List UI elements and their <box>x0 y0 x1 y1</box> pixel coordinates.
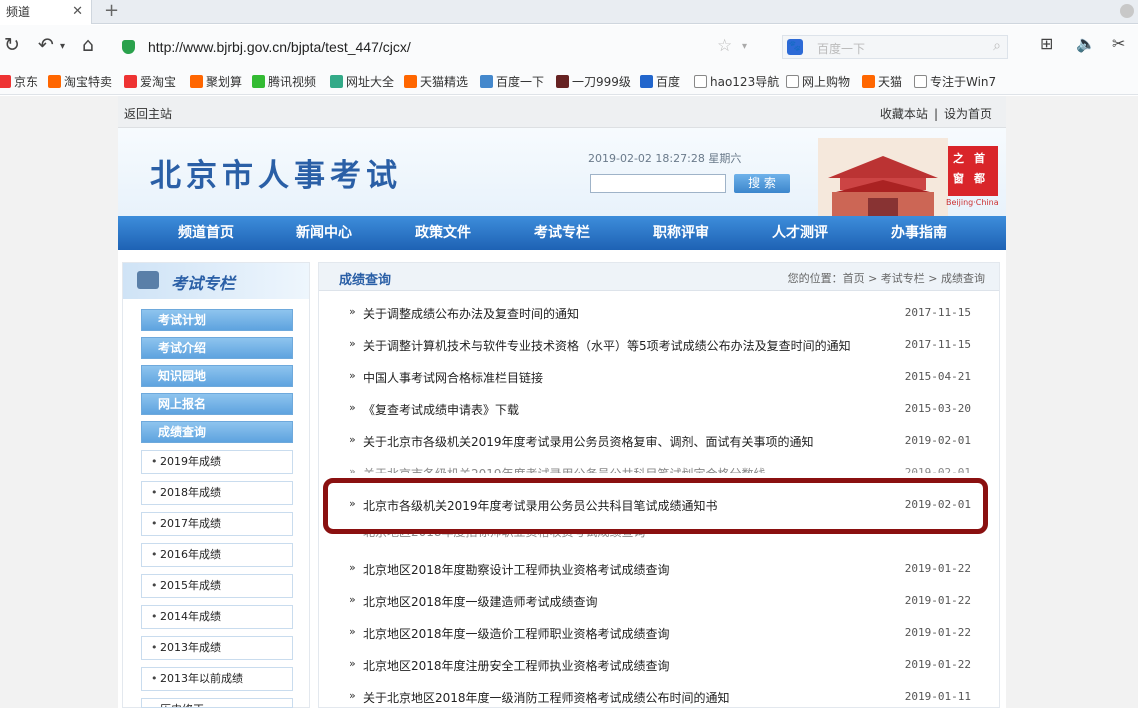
sidebar-subitem[interactable]: 2019年成绩 <box>141 450 293 474</box>
sidebar-item-online-signup[interactable]: 网上报名 <box>141 393 293 415</box>
bookmark-item[interactable]: 腾讯视频 <box>252 73 316 90</box>
sidebar-subitem[interactable]: 2017年成绩 <box>141 512 293 536</box>
exam-icon <box>137 271 159 289</box>
bookmark-item[interactable]: 百度一下 <box>480 73 544 90</box>
chevron-down-icon[interactable]: ▾ <box>742 41 747 52</box>
breadcrumb: 您的位置：首页 > 考试专栏 > 成绩查询 <box>787 272 985 285</box>
content-header: 成绩查询 您的位置：首页 > 考试专栏 > 成绩查询 <box>319 263 999 291</box>
baidu-icon[interactable]: 🐾 <box>787 39 803 55</box>
site-search-button[interactable]: 搜 索 <box>734 174 790 193</box>
search-placeholder: 百度一下 <box>817 42 866 56</box>
browser-navbar: ↻ ↶ ▾ ⌂ http://www.bjrbj.gov.cn/bjpta/te… <box>0 25 1138 67</box>
sidebar: 考试专栏 考试计划 考试介绍 知识园地 网上报名 成绩查询 2019年成绩 20… <box>122 262 310 708</box>
sidebar-subitem[interactable]: 2018年成绩 <box>141 481 293 505</box>
nav-exam-column[interactable]: 考试专栏 <box>534 216 590 250</box>
new-tab-icon[interactable]: + <box>104 0 119 22</box>
sidebar-subitem[interactable]: 2013年以前成绩 <box>141 667 293 691</box>
nav-title-review[interactable]: 职称评审 <box>653 216 709 250</box>
list-item[interactable]: » 北京地区2018年度一级建造师考试成绩查询 2019-01-22 <box>349 589 971 613</box>
list-item[interactable]: » 北京地区2018年度勘察设计工程师执业资格考试成绩查询 2019-01-22 <box>349 557 971 581</box>
site-page: 返回主站 收藏本站 | 设为首页 北京市人事考试 2019-02-02 18:27:… <box>118 96 1006 708</box>
capital-window-logo: 之 首 窗 都 Beijing·China <box>946 146 999 207</box>
sidebar-subitem[interactable]: 2014年成绩 <box>141 605 293 629</box>
scissors-icon[interactable]: ✂ <box>1112 34 1125 53</box>
nav-news-center[interactable]: 新闻中心 <box>296 216 352 250</box>
close-icon[interactable]: ✕ <box>72 0 83 24</box>
datetime: 2019-02-02 18:27:28 星期六 <box>588 152 742 165</box>
site-topbar: 返回主站 收藏本站 | 设为首页 <box>118 96 1006 128</box>
set-homepage-link[interactable]: 设为首页 <box>938 107 998 121</box>
search-icon[interactable]: ⌕ <box>993 38 1001 54</box>
browser-tab[interactable]: 频道 ✕ <box>0 0 92 24</box>
tiananmen-illustration <box>818 138 948 216</box>
bookmark-item[interactable]: 天猫精选 <box>404 73 468 90</box>
bookmark-item[interactable]: hao123导航 <box>694 73 779 90</box>
browser-search-input[interactable]: 🐾 百度一下 ⌕ <box>782 35 1008 59</box>
bookmark-item[interactable]: 聚划算 <box>190 73 242 90</box>
back-to-main-link[interactable]: 返回主站 <box>124 105 172 122</box>
home-icon[interactable]: ⌂ <box>82 34 94 56</box>
sidebar-subitem[interactable]: 历史修正 <box>141 698 293 708</box>
bookmark-item[interactable]: 专注于Win7 <box>914 73 996 90</box>
bookmark-item[interactable]: 网上购物 <box>786 73 850 90</box>
bookmark-item[interactable]: 爱淘宝 <box>124 73 176 90</box>
window-button-icon[interactable] <box>1120 4 1134 18</box>
nav-policy-files[interactable]: 政策文件 <box>415 216 471 250</box>
sidebar-item-knowledge[interactable]: 知识园地 <box>141 365 293 387</box>
topbar-links: 收藏本站 | 设为首页 <box>874 105 998 122</box>
star-icon[interactable]: ☆ <box>717 36 732 56</box>
speaker-icon[interactable]: 🔈 <box>1076 34 1096 53</box>
list-item[interactable]: » 北京地区2018年度注册安全工程师执业资格考试成绩查询 2019-01-22 <box>349 653 971 677</box>
list-item[interactable]: » 关于调整成绩公布办法及复查时间的通知 2017-11-15 <box>349 301 971 325</box>
sidebar-subitem[interactable]: 2016年成绩 <box>141 543 293 567</box>
list-item[interactable]: » 关于北京市各级机关2019年度考试录用公务员资格复审、调剂、面试有关事项的通知… <box>349 429 971 453</box>
list-item[interactable]: »关于北京市各级机关2019年度考试录用公务员公共科目笔试划定合格分数线2019… <box>349 461 971 473</box>
back-icon[interactable]: ↶ <box>38 34 54 56</box>
refresh-icon[interactable]: ↻ <box>4 34 20 56</box>
bookmark-item[interactable]: 百度 <box>640 73 680 90</box>
tab-title: 频道 <box>6 5 31 19</box>
list-item[interactable]: » 北京地区2018年度一级造价工程师职业资格考试成绩查询 2019-01-22 <box>349 621 971 645</box>
bookmark-item[interactable]: 淘宝特卖 <box>48 73 112 90</box>
nav-service-guide[interactable]: 办事指南 <box>891 216 947 250</box>
sidebar-item-score-query[interactable]: 成绩查询 <box>141 421 293 443</box>
sidebar-subitem[interactable]: 2013年成绩 <box>141 636 293 660</box>
bookmark-item[interactable]: 天猫 <box>862 73 902 90</box>
sidebar-header: 考试专栏 <box>123 263 309 299</box>
bookmark-item[interactable]: 网址大全 <box>330 73 394 90</box>
apps-icon[interactable]: ⊞ <box>1040 34 1053 53</box>
site-title: 北京市人事考试 <box>150 158 402 194</box>
bookmarks-bar: 京东 淘宝特卖 爱淘宝 聚划算 腾讯视频 网址大全 天猫精选 百度一下 一刀99… <box>0 67 1138 95</box>
content-title: 成绩查询 <box>339 273 392 288</box>
highlight-box <box>323 478 988 534</box>
main-nav: 频道首页 新闻中心 政策文件 考试专栏 职称评审 人才测评 办事指南 <box>118 216 1006 250</box>
favorite-link[interactable]: 收藏本站 <box>874 107 934 121</box>
site-search-input[interactable] <box>590 174 726 193</box>
browser-tabbar: 频道 ✕ + <box>0 0 1138 24</box>
address-bar[interactable]: http://www.bjrbj.gov.cn/bjpta/test_447/c… <box>148 39 411 55</box>
list-item[interactable]: » 关于北京地区2018年度一级消防工程师资格考试成绩公布时间的通知 2019-01… <box>349 685 971 709</box>
sidebar-title: 考试专栏 <box>171 274 236 293</box>
list-item[interactable]: » 中国人事考试网合格标准栏目链接 2015-04-21 <box>349 365 971 389</box>
nav-channel-home[interactable]: 频道首页 <box>178 216 234 250</box>
bookmark-item[interactable]: 京东 <box>0 73 38 90</box>
list-item[interactable]: » 关于调整计算机技术与软件专业技术资格（水平）等5项考试成绩公布办法及复查时间的… <box>349 333 971 357</box>
bookmark-item[interactable]: 一刀999级 <box>556 73 631 90</box>
list-item[interactable]: » 《复查考试成绩申请表》下载 2015-03-20 <box>349 397 971 421</box>
chevron-down-icon[interactable]: ▾ <box>60 41 65 52</box>
sidebar-item-exam-intro[interactable]: 考试介绍 <box>141 337 293 359</box>
shield-icon <box>122 40 135 54</box>
nav-talent-assessment[interactable]: 人才测评 <box>772 216 828 250</box>
sidebar-subitem[interactable]: 2015年成绩 <box>141 574 293 598</box>
sidebar-item-exam-plan[interactable]: 考试计划 <box>141 309 293 331</box>
site-header: 北京市人事考试 2019-02-02 18:27:28 星期六 搜 索 之 首 … <box>118 128 1006 216</box>
